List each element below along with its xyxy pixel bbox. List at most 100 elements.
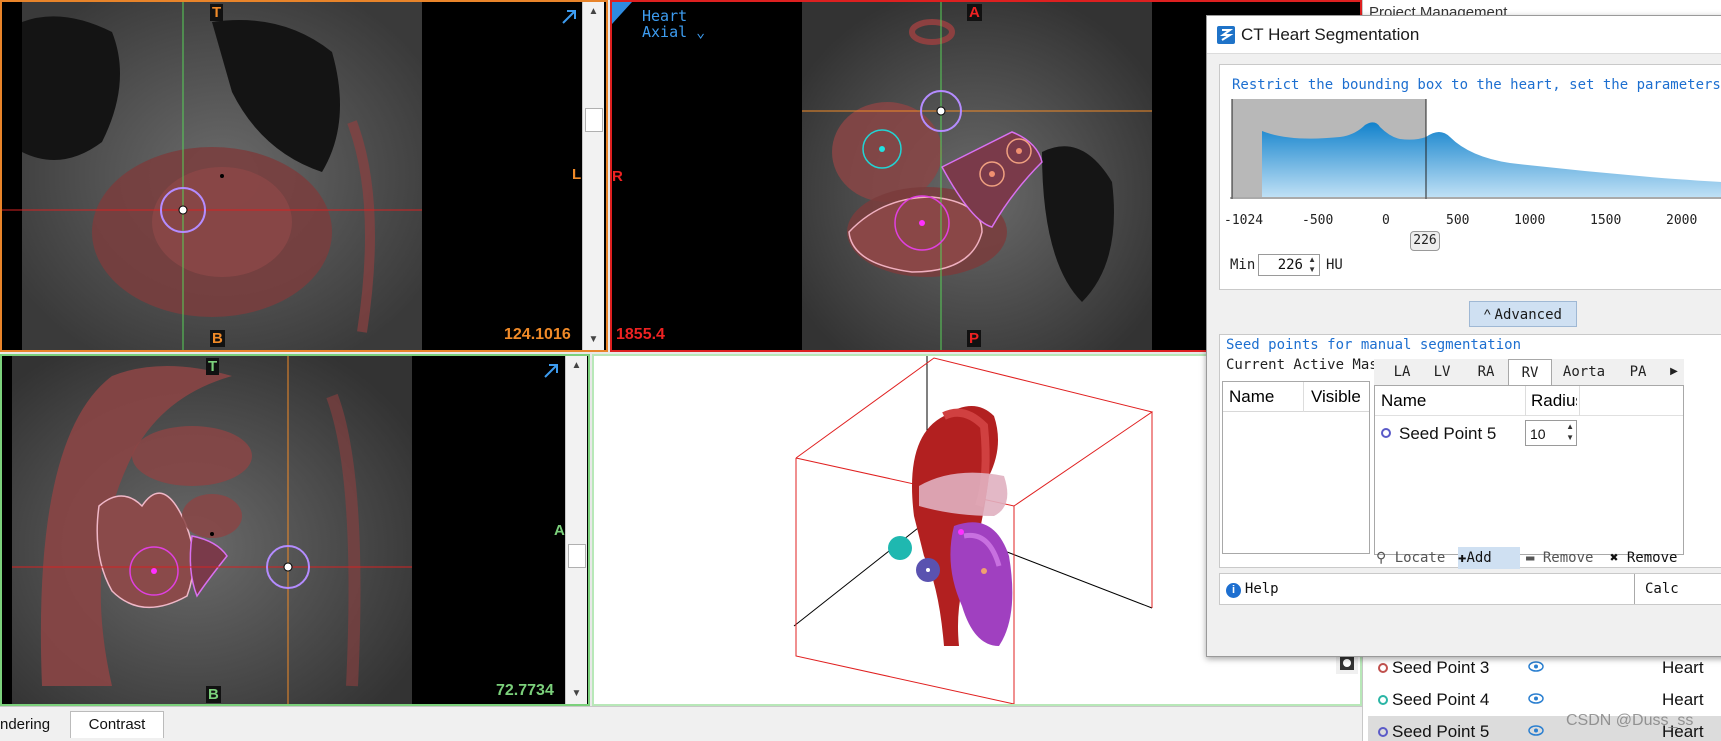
eye-icon[interactable]: [1528, 693, 1544, 704]
tab-la[interactable]: LA: [1384, 359, 1420, 385]
tab-rv[interactable]: RV: [1508, 359, 1552, 385]
spin-down-icon[interactable]: ▼: [1308, 265, 1316, 274]
info-icon: i: [1226, 583, 1241, 598]
spin-down-icon[interactable]: ▼: [1566, 433, 1574, 442]
axis-tick-label: 1500: [1590, 213, 1622, 228]
scroll-up-icon[interactable]: ▲: [583, 2, 604, 22]
top-orientation-label: T: [206, 358, 220, 375]
spin-up-icon[interactable]: ▲: [1566, 422, 1574, 431]
current-active-mask-label: Current Active Mas: [1226, 357, 1378, 373]
maximize-icon[interactable]: [560, 8, 578, 26]
tab-aorta[interactable]: Aorta: [1556, 359, 1612, 385]
help-button[interactable]: i Help: [1226, 580, 1279, 598]
chevron-up-icon: ^: [1484, 306, 1495, 322]
threshold-group: Restrict the bounding box to the heart, …: [1219, 64, 1721, 290]
eye-icon[interactable]: [1528, 725, 1544, 736]
scroll-up-icon[interactable]: ▲: [566, 356, 587, 376]
remove-button[interactable]: ▬ Remove: [1526, 547, 1606, 569]
seed-table-header: Name Radius: [1375, 386, 1683, 416]
scroll-down-icon[interactable]: ▼: [566, 684, 587, 704]
eye-icon[interactable]: [1528, 661, 1544, 672]
chevron-down-icon: ⌄: [687, 23, 706, 41]
remove-all-button[interactable]: ✖ Remove a: [1610, 547, 1684, 569]
locate-button[interactable]: ⚲ Locate: [1376, 547, 1456, 569]
mask-table-header: Name Visible: [1223, 382, 1369, 412]
seed-name: Seed Point 3: [1392, 658, 1490, 677]
maximize-icon[interactable]: [542, 362, 560, 380]
min-label: Min: [1230, 257, 1256, 273]
right-orientation-label: A: [554, 522, 565, 539]
histogram-axis: -1024 -500 0 500 1000 1500 2000: [1224, 213, 1721, 229]
top-orientation-label: A: [967, 4, 982, 21]
column-header[interactable]: Name: [1229, 387, 1274, 407]
bottom-tabbar: [0, 706, 1362, 741]
tab-lv[interactable]: LV: [1422, 359, 1462, 385]
spin-up-icon[interactable]: ▲: [1308, 255, 1316, 264]
scroll-down-icon[interactable]: ▼: [583, 330, 604, 350]
seed-name: Seed Point 5: [1392, 722, 1490, 741]
column-header[interactable]: Visible: [1311, 387, 1361, 407]
minus-icon: ▬: [1526, 550, 1535, 566]
radius-spinbox[interactable]: 10 ▲ ▼: [1525, 420, 1577, 446]
ct-heart-segmentation-dialog: CT Heart Segmentation Restrict the bound…: [1206, 15, 1721, 657]
seed-group: Heart: [1662, 690, 1704, 709]
radius-value: 10: [1530, 426, 1546, 442]
sagittal-slice-image: [2, 2, 606, 350]
seed-color-dot: [1378, 727, 1388, 737]
sagittal-right-label: L: [572, 166, 582, 183]
seed-group-title: Seed points for manual segmentation: [1226, 337, 1522, 353]
zoom-scale-value: 72.7734: [496, 682, 554, 699]
coronal-slice-scrollbar[interactable]: ▲ ▼: [565, 356, 587, 704]
axis-tick-label: 1000: [1514, 213, 1546, 228]
coronal-view[interactable]: T B A 72.7734 ▲ ▼: [0, 354, 590, 706]
column-header[interactable]: Name: [1381, 391, 1426, 411]
zoom-scale-value: 1855.4: [616, 326, 665, 343]
axis-tick-label: 0: [1382, 213, 1390, 228]
tab-contrast[interactable]: Contrast: [70, 711, 164, 738]
left-orientation-label: R: [612, 168, 623, 185]
seed-color-dot: [1378, 663, 1388, 673]
seed-points-group: Seed points for manual segmentation Curr…: [1219, 334, 1721, 569]
view-name-label: Heart: [642, 7, 688, 25]
bottom-orientation-label: P: [967, 330, 982, 347]
scroll-thumb[interactable]: [585, 108, 603, 132]
hu-histogram[interactable]: [1230, 97, 1721, 205]
tab-pa[interactable]: PA: [1618, 359, 1658, 385]
calculate-button[interactable]: Calc: [1634, 574, 1721, 604]
dialog-titlebar[interactable]: CT Heart Segmentation: [1207, 16, 1721, 54]
seed-color-dot: [1381, 428, 1391, 438]
instruction-text: Restrict the bounding box to the heart, …: [1232, 77, 1721, 93]
advanced-toggle-button[interactable]: ^ Advanced: [1469, 301, 1577, 327]
view-mode-dropdown[interactable]: Axial ⌄: [642, 24, 705, 40]
hu-unit-label: HU: [1326, 257, 1343, 273]
watermark-text: CSDN @Duss_ss: [1566, 712, 1694, 729]
column-header[interactable]: Radius: [1531, 391, 1577, 411]
scroll-thumb[interactable]: [568, 544, 586, 568]
sagittal-slice-scrollbar[interactable]: ▲ ▼: [582, 2, 604, 350]
sagittal-view[interactable]: T B 124.1016 ▲ ▼: [0, 0, 608, 352]
close-icon: ✖: [1610, 550, 1619, 566]
axis-tick-label: 2000: [1666, 213, 1698, 228]
tab-rendering[interactable]: ndering: [0, 712, 70, 738]
search-icon: ⚲: [1376, 550, 1387, 566]
seed-name: Seed Point 4: [1392, 690, 1490, 709]
bottom-orientation-label: B: [210, 330, 225, 347]
table-row[interactable]: Seed Point 5 10 ▲ ▼: [1375, 418, 1683, 448]
dialog-title: CT Heart Segmentation: [1241, 24, 1420, 44]
tab-scroll-right-icon[interactable]: ▶: [1666, 361, 1682, 383]
threshold-marker[interactable]: 226: [1410, 231, 1440, 251]
add-button[interactable]: ✚Add: [1458, 547, 1520, 569]
mask-table: Name Visible: [1222, 381, 1370, 554]
axis-tick-label: -1024: [1224, 213, 1264, 228]
tab-ra[interactable]: RA: [1466, 359, 1506, 385]
chamber-tabs: LA LV RA RV Aorta PA ▶ Name Radius Seed …: [1374, 359, 1684, 569]
app-icon: [1217, 25, 1235, 44]
axis-tick-label: 500: [1446, 213, 1470, 228]
coronal-slice-image: [2, 356, 588, 704]
top-orientation-label: T: [210, 4, 224, 21]
min-hu-spinbox[interactable]: 226 ▲ ▼: [1258, 254, 1320, 276]
zoom-scale-value: 124.1016: [504, 326, 571, 343]
seed-color-dot: [1378, 695, 1388, 705]
bottom-orientation-label: B: [206, 686, 221, 703]
help-bar: i Help Calc: [1219, 573, 1721, 605]
